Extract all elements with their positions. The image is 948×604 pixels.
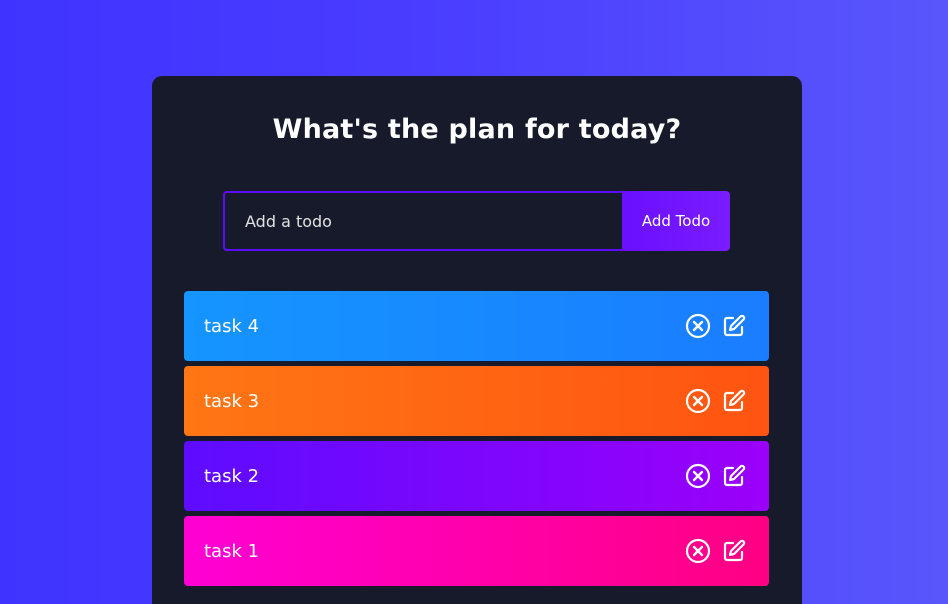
todo-text[interactable]: task 3 xyxy=(204,391,259,412)
todo-text[interactable]: task 1 xyxy=(204,541,259,562)
close-circle-icon[interactable] xyxy=(685,538,711,564)
edit-icon[interactable] xyxy=(721,388,747,414)
todo-input[interactable] xyxy=(223,191,622,251)
todo-row: task 4 xyxy=(184,291,769,361)
todo-app: What's the plan for today? Add Todo task… xyxy=(152,76,802,604)
edit-icon[interactable] xyxy=(721,538,747,564)
page-title: What's the plan for today? xyxy=(272,114,682,145)
close-circle-icon[interactable] xyxy=(685,313,711,339)
todo-actions xyxy=(685,463,747,489)
todo-text[interactable]: task 4 xyxy=(204,316,259,337)
close-circle-icon[interactable] xyxy=(685,388,711,414)
todo-row: task 1 xyxy=(184,516,769,586)
add-todo-button[interactable]: Add Todo xyxy=(622,191,730,251)
todo-actions xyxy=(685,313,747,339)
edit-icon[interactable] xyxy=(721,463,747,489)
todo-row: task 2 xyxy=(184,441,769,511)
edit-icon[interactable] xyxy=(721,313,747,339)
todo-text[interactable]: task 2 xyxy=(204,466,259,487)
todo-form: Add Todo xyxy=(223,191,730,251)
todo-row: task 3 xyxy=(184,366,769,436)
todo-list: task 4 task 3 task 2 task 1 xyxy=(184,291,769,591)
close-circle-icon[interactable] xyxy=(685,463,711,489)
todo-actions xyxy=(685,538,747,564)
todo-actions xyxy=(685,388,747,414)
